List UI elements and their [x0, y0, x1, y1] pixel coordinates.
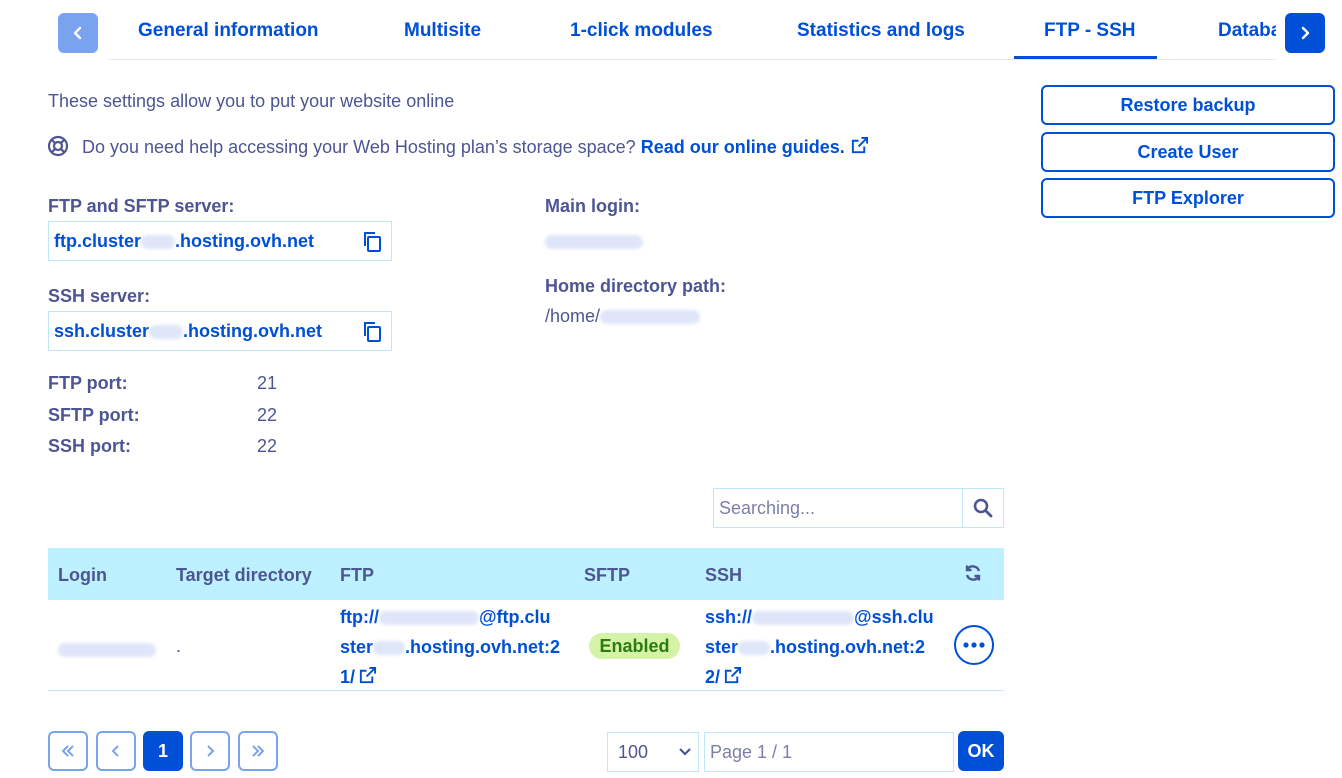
- search-box: Searching...: [713, 488, 1004, 528]
- page-size-value: 100: [618, 741, 649, 762]
- double-chevron-left-icon: [61, 745, 74, 757]
- ftp-server-field[interactable]: ftp.cluster .hosting.ovh.net: [48, 221, 392, 261]
- active-tab-indicator: [1014, 56, 1157, 59]
- column-login: Login: [58, 565, 107, 585]
- external-link-icon[interactable]: [850, 136, 869, 155]
- double-chevron-right-icon: [252, 745, 265, 757]
- last-page-button[interactable]: [238, 731, 278, 771]
- row-ftp-link[interactable]: ftp://@ftp.clu ster .hosting.ovh.net:2 1/: [340, 602, 570, 692]
- table-header: Login Target directory FTP SFTP SSH: [48, 548, 1004, 600]
- sftp-status-badge: Enabled: [589, 633, 680, 659]
- ssh-port-label: SSH port:: [48, 436, 131, 456]
- chevron-right-icon: [207, 745, 215, 757]
- previous-page-button[interactable]: [96, 731, 136, 771]
- home-directory-value: /home/: [545, 306, 701, 327]
- chevron-right-icon: [1301, 26, 1310, 40]
- row-actions-button[interactable]: [954, 625, 994, 665]
- page-size-select[interactable]: 100: [607, 732, 699, 772]
- help-text: Do you need help accessing your Web Host…: [82, 137, 636, 157]
- tab-databases-label: Databa: [1218, 20, 1276, 41]
- tab-multisite[interactable]: Multisite: [404, 20, 481, 42]
- ssh-server-label: SSH server:: [48, 286, 151, 306]
- copy-icon[interactable]: [361, 230, 383, 254]
- tab-statistics-and-logs[interactable]: Statistics and logs: [797, 20, 965, 42]
- online-guides-link[interactable]: Read our online guides.: [641, 137, 845, 157]
- tab-1-click-modules[interactable]: 1-click modules: [570, 20, 713, 42]
- intro-text: These settings allow you to put your web…: [48, 91, 455, 111]
- chevron-down-icon: [679, 748, 691, 756]
- row-login: [58, 639, 156, 660]
- external-link-icon: [359, 666, 377, 684]
- chevron-left-icon: [73, 26, 82, 40]
- ftp-port-value: 21: [257, 373, 278, 393]
- row-ssh-link[interactable]: ssh://@ssh.clu ster .hosting.ovh.net:2 2/: [705, 602, 940, 692]
- search-icon: [973, 498, 993, 518]
- page-number-input[interactable]: Page 1 / 1: [704, 732, 954, 772]
- go-to-page-button[interactable]: OK: [958, 731, 1004, 771]
- more-options-icon: [963, 642, 985, 648]
- home-directory-label: Home directory path:: [545, 276, 727, 296]
- first-page-button[interactable]: [48, 731, 88, 771]
- sftp-port-label: SFTP port:: [48, 405, 140, 425]
- sftp-port-value: 22: [257, 405, 278, 425]
- refresh-icon[interactable]: [964, 564, 982, 582]
- search-button[interactable]: [963, 489, 1003, 527]
- next-page-button[interactable]: [190, 731, 230, 771]
- ftp-server-value: ftp.cluster .hosting.ovh.net: [54, 230, 315, 251]
- copy-icon[interactable]: [361, 320, 383, 344]
- row-target-directory: .: [176, 636, 182, 656]
- ssh-server-value: ssh.cluster .hosting.ovh.net: [54, 320, 323, 341]
- tab-ftp-ssh[interactable]: FTP - SSH: [1044, 20, 1136, 42]
- ftp-port-label: FTP port:: [48, 373, 128, 393]
- column-target-directory: Target directory: [176, 565, 312, 585]
- chevron-left-icon: [111, 745, 119, 757]
- page-1-button[interactable]: 1: [143, 731, 183, 771]
- ssh-port-value: 22: [257, 436, 278, 456]
- lifebuoy-icon: [47, 135, 69, 162]
- tab-databases[interactable]: Databa: [1216, 14, 1276, 54]
- search-input[interactable]: Searching...: [714, 489, 963, 527]
- row-divider: [48, 690, 1004, 691]
- external-link-icon: [724, 666, 742, 684]
- column-ssh: SSH: [705, 565, 743, 585]
- main-login-value: [545, 231, 643, 252]
- tab-general-information[interactable]: General information: [138, 20, 319, 42]
- ssh-server-field[interactable]: ssh.cluster .hosting.ovh.net: [48, 311, 392, 351]
- ftp-explorer-button[interactable]: FTP Explorer: [1041, 178, 1335, 218]
- tabs-divider: [108, 59, 1276, 60]
- column-sftp: SFTP: [584, 565, 631, 585]
- tabs-scroll-right-button[interactable]: [1285, 13, 1325, 53]
- help-line: Do you need help accessing your Web Host…: [82, 136, 869, 158]
- restore-backup-button[interactable]: Restore backup: [1041, 85, 1335, 125]
- create-user-button[interactable]: Create User: [1041, 132, 1335, 172]
- ftp-server-label: FTP and SFTP server:: [48, 196, 235, 216]
- column-ftp: FTP: [340, 565, 374, 585]
- main-login-label: Main login:: [545, 196, 640, 216]
- tabs-scroll-left-button[interactable]: [58, 13, 98, 53]
